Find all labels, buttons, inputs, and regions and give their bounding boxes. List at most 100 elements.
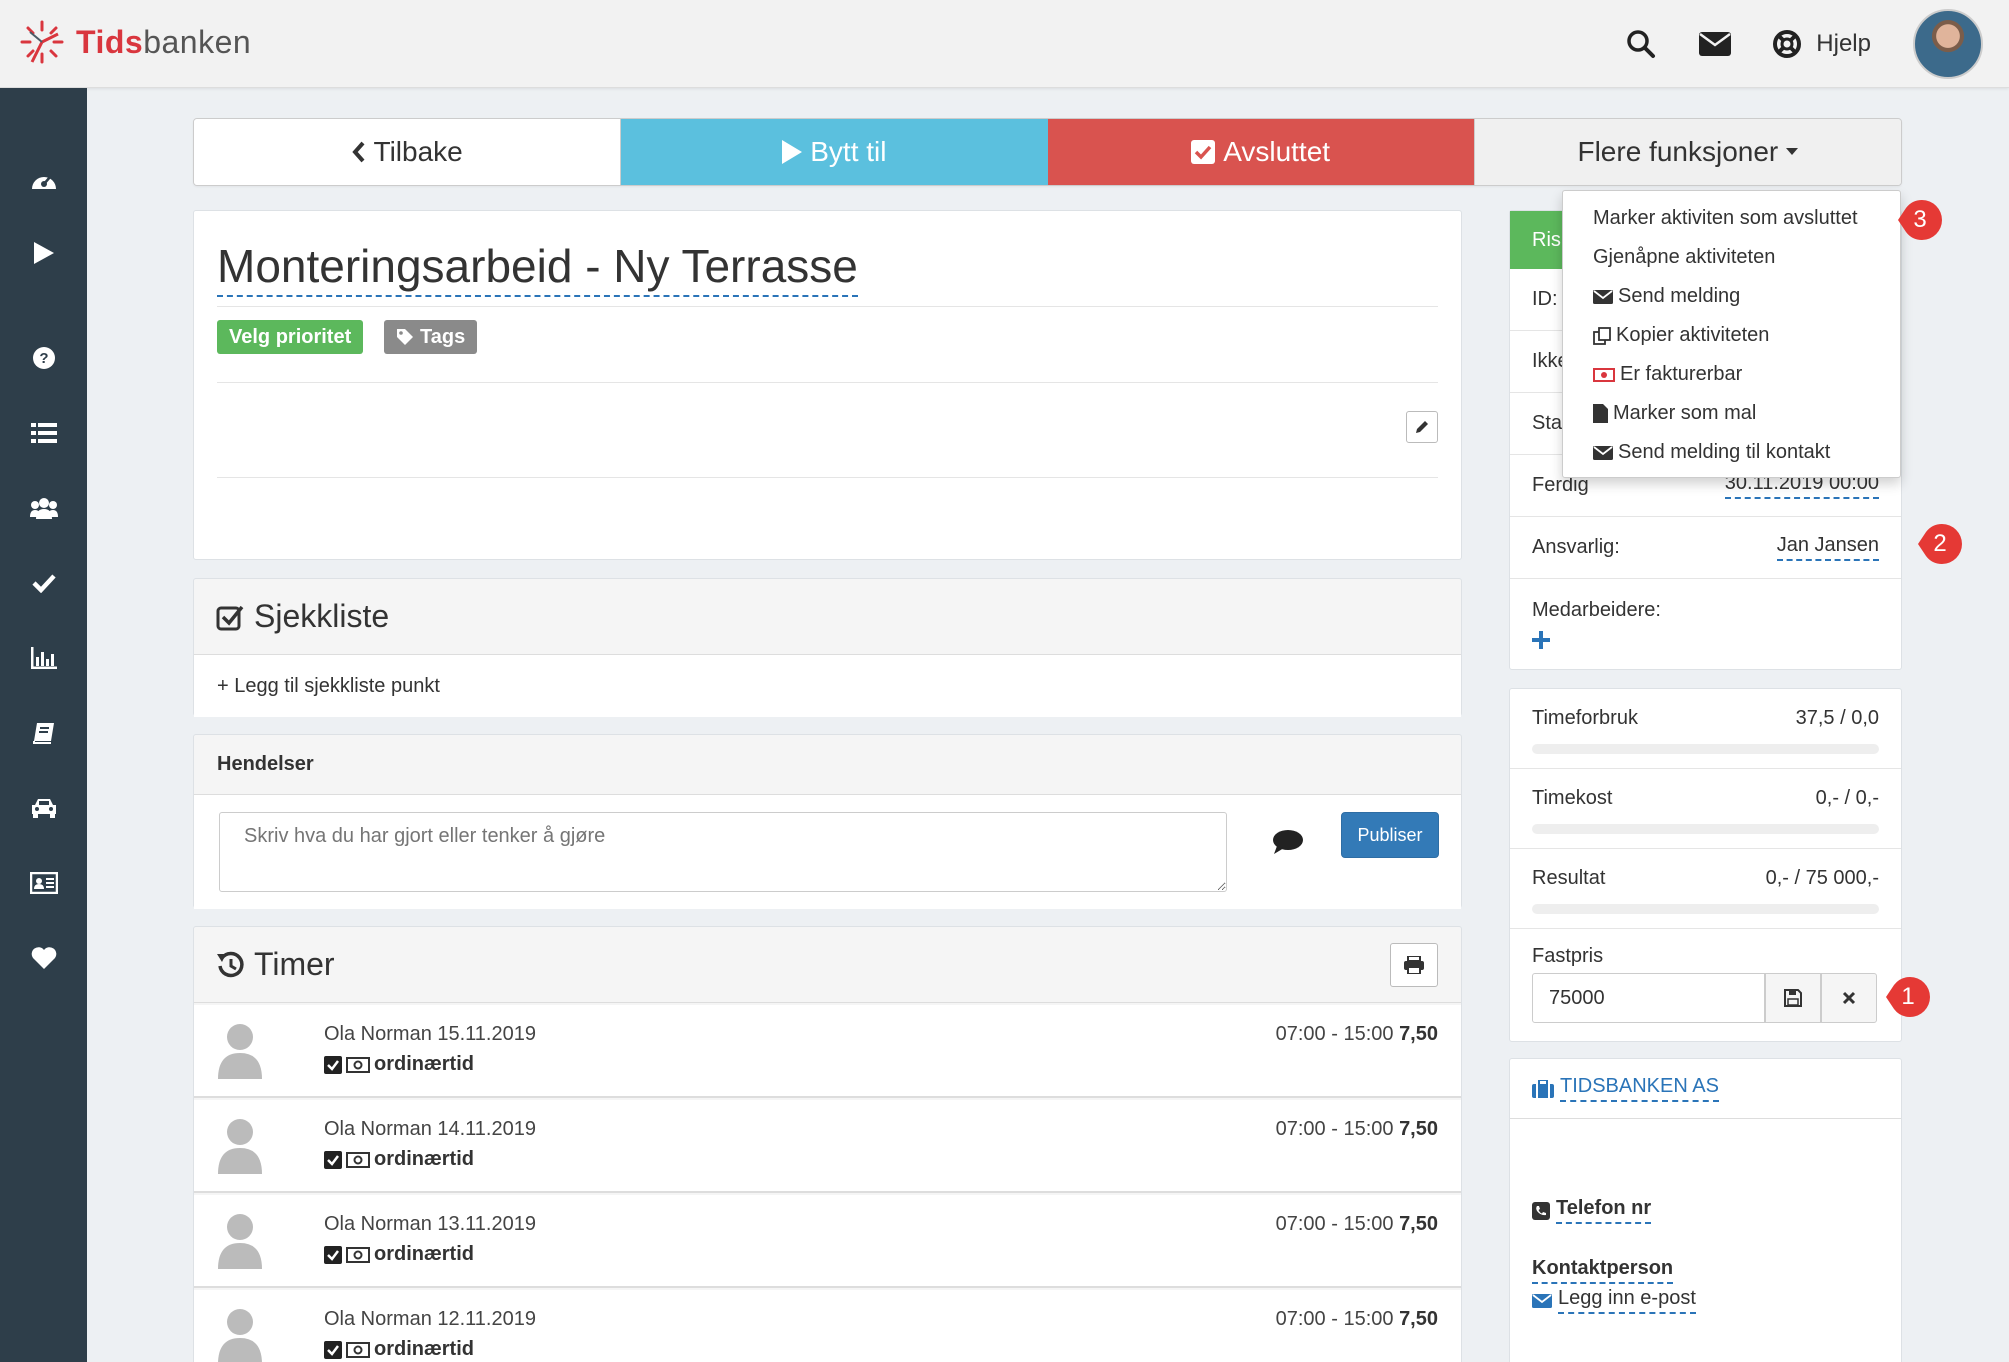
hours-label: Timeforbruk [1532,707,1638,729]
menu-item-label: Er fakturerbar [1620,363,1743,385]
copy-icon [1593,326,1611,345]
event-input[interactable] [219,812,1227,892]
menu-item-mark-finished[interactable]: Marker aktiviten som avsluttet [1593,207,1858,230]
contact-person-link[interactable]: Kontaktperson [1532,1257,1674,1284]
check-square-icon [324,1245,342,1264]
brand-part-1: Tids [76,23,144,60]
tags-button[interactable]: Tags [384,320,478,354]
user-avatar[interactable] [1913,9,1983,79]
menu-item-label: Kopier aktiviteten [1616,324,1770,346]
email-link[interactable]: Legg inn e-post [1532,1287,1696,1314]
book-icon[interactable] [0,713,87,753]
checklist-title: Sjekkliste [254,598,390,634]
logo[interactable]: Tidsbanken [18,18,251,66]
fixed-price-input[interactable]: 75000 [1532,973,1765,1023]
menu-item-reopen[interactable]: Gjenåpne aktiviteten [1593,246,1775,269]
menu-item-message-contact[interactable]: Send melding til kontakt [1593,441,1830,464]
close-icon [1842,991,1856,1005]
save-button[interactable] [1765,973,1821,1023]
events-title: Hendelser [194,735,1461,795]
sidebar: ? [0,88,87,1362]
activity-title[interactable]: Monteringsarbeid - Ny Terrasse [217,239,858,297]
phone-icon [1532,1201,1550,1220]
list-icon[interactable] [0,413,87,453]
finished-button[interactable]: Avsluttet [1047,119,1474,185]
stats-panel: Timeforbruk 37,5 / 0,0 Timekost 0,- / 0,- … [1509,688,1902,1042]
timer-entry-name: Ola Norman 14.11.2019 [324,1118,536,1140]
heart-icon[interactable] [0,938,87,978]
hours-progress [1532,744,1879,754]
menu-item-template[interactable]: Marker som mal [1593,402,1756,425]
pencil-icon [1416,421,1428,433]
help-label: Hjelp [1816,30,1871,57]
activity-panel: Monteringsarbeid - Ny Terrasse Velg prio… [193,210,1462,560]
search-icon[interactable] [1624,27,1658,61]
more-functions-button[interactable]: Flere funksjoner [1473,119,1901,185]
menu-item-copy[interactable]: Kopier aktiviteten [1593,324,1769,347]
publish-button[interactable]: Publiser [1341,812,1439,858]
history-icon [217,951,244,977]
events-panel: Hendelser Publiser [193,734,1462,909]
print-button[interactable] [1390,943,1438,987]
menu-item-send-message[interactable]: Send melding [1593,285,1740,308]
comment-icon[interactable] [1272,829,1304,860]
envelope-icon[interactable] [1698,27,1732,61]
coworkers-label: Medarbeidere: [1532,599,1661,621]
back-button[interactable]: Tilbake [194,119,622,185]
help-link[interactable]: Hjelp [1772,29,1871,59]
id-label: ID: [1532,288,1558,310]
cost-label: Timekost [1532,787,1613,809]
user-icon [218,1309,262,1362]
hours-value: 37,5 / 0,0 [1795,707,1879,729]
responsible-value[interactable]: Jan Jansen [1776,534,1879,561]
timer-row[interactable]: Ola Norman 14.11.2019 ordinærtid 07:00 -… [194,1100,1461,1193]
play-icon[interactable] [0,233,87,273]
file-icon [1593,404,1608,423]
dashboard-icon[interactable] [0,160,87,200]
callout-number: 1 [1901,983,1915,1010]
users-icon[interactable] [0,488,87,528]
priority-tag[interactable]: Velg prioritet [217,320,364,354]
timer-entry-range: 07:00 - 15:00 [1275,1118,1394,1140]
menu-item-billable[interactable]: Er fakturerbar [1593,363,1742,386]
tags-label: Tags [420,325,466,348]
more-functions-dropdown: Marker aktiviten som avsluttet Gjenåpne … [1562,190,1901,478]
money-icon [346,1151,370,1168]
car-icon[interactable] [0,788,87,828]
result-label: Resultat [1532,867,1606,889]
timer-row[interactable]: Ola Norman 15.11.2019 ordinærtid 07:00 -… [194,1005,1461,1098]
cancel-button[interactable] [1821,973,1877,1023]
cost-stat: Timekost 0,- / 0,- [1510,769,1901,849]
hours-stat: Timeforbruk 37,5 / 0,0 [1510,689,1901,769]
divider [217,382,1438,383]
user-icon [218,1024,262,1079]
company-name: TIDSBANKEN AS [1560,1075,1719,1102]
tag-icon [397,329,413,345]
more-label: Flere funksjoner [1577,136,1779,167]
menu-item-label: Send melding til kontakt [1618,441,1831,463]
top-bar: Tidsbanken Hjelp [0,0,2009,88]
check-icon[interactable] [0,563,87,603]
phone-link[interactable]: Telefon nr [1532,1197,1652,1224]
user-icon [218,1214,262,1269]
switch-button[interactable]: Bytt til [621,119,1048,185]
company-header[interactable]: TIDSBANKEN AS [1510,1059,1901,1119]
envelope-icon [1593,289,1613,304]
timer-row[interactable]: Ola Norman 13.11.2019 ordinærtid 07:00 -… [194,1195,1461,1288]
timer-entry-type: ordinærtid [374,1338,474,1360]
id-card-icon[interactable] [0,863,87,903]
bar-chart-icon[interactable] [0,638,87,678]
phone-label: Telefon nr [1556,1197,1652,1224]
envelope-icon [1532,1293,1552,1308]
timer-title: Timer [254,946,335,982]
question-icon[interactable]: ? [0,338,87,378]
checklist-panel: Sjekkliste + Legg til sjekkliste punkt [193,578,1462,717]
callout-number: 3 [1913,206,1927,233]
caret-down-icon [1786,148,1799,155]
timer-row[interactable]: Ola Norman 12.11.2019 ordinærtid 07:00 -… [194,1290,1461,1362]
plus-icon[interactable] [1532,631,1550,649]
callout-marker: 1 [1886,975,1930,1019]
timer-entry-range: 07:00 - 15:00 [1275,1308,1394,1330]
add-checklist-item[interactable]: + Legg til sjekkliste punkt [194,655,1461,717]
edit-description-button[interactable] [1406,411,1438,443]
